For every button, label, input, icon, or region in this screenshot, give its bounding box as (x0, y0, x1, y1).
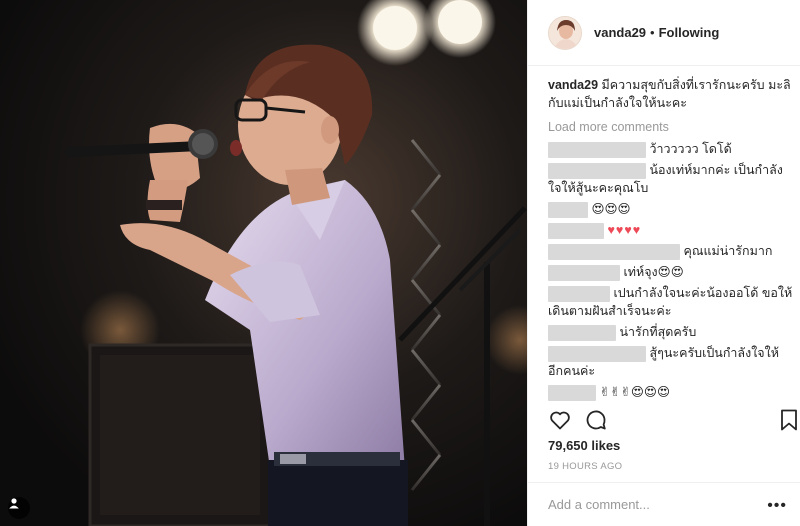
post-header: vanda29 • Following (528, 0, 800, 66)
avatar[interactable] (548, 15, 582, 50)
blurred-username (548, 222, 604, 239)
likes-count[interactable]: 79,650 likes (548, 438, 620, 453)
following-button[interactable]: Following (659, 25, 720, 40)
comment-text: ✌✌✌😍😍😍 (599, 385, 670, 399)
separator-dot: • (650, 25, 655, 40)
blurred-username (548, 162, 646, 179)
comments-list[interactable]: vanda29 มีความสุขกับสิ่งที่เรารักนะครับ … (548, 76, 794, 402)
more-options-icon[interactable]: ••• (767, 497, 787, 515)
post-author-username[interactable]: vanda29 (594, 25, 646, 40)
post-photo[interactable] (0, 0, 527, 526)
comment-item: น่ารักที่สุดครับ (548, 323, 794, 341)
comment-text: 😍😍😍 (591, 202, 631, 216)
bookmark-icon[interactable] (778, 408, 800, 437)
comment-item: เท่ห์จุง😍😍 (548, 263, 794, 281)
blurred-username (548, 141, 646, 158)
blurred-username (548, 201, 588, 218)
comment-item: น้องเท่ห์มากค่ะ เป็นกำลังใจให้สู้นะคะคุณ… (548, 161, 794, 197)
add-comment-bar: ••• (528, 482, 800, 526)
blurred-username (548, 243, 680, 260)
blurred-username (548, 345, 646, 362)
blurred-username (548, 384, 596, 401)
comment-text: น่ารักที่สุดครับ (619, 325, 697, 339)
heart-outline-icon[interactable] (548, 408, 572, 437)
blurred-username (548, 285, 610, 302)
blurred-username (548, 264, 620, 281)
post-caption: vanda29 มีความสุขกับสิ่งที่เรารักนะครับ … (548, 76, 794, 112)
comment-text: ว้าววววว โดโด้ (649, 142, 732, 156)
post-actions-bar (548, 404, 800, 438)
comment-item: สู้ๆนะครับเป็นกำลังใจให้อีกคนค่ะ (548, 344, 794, 380)
user-tag-icon[interactable] (8, 497, 30, 519)
add-comment-input[interactable] (548, 497, 758, 512)
caption-username[interactable]: vanda29 (548, 78, 598, 92)
post-details-panel: vanda29 • Following vanda29 มีความสุขกับ… (527, 0, 800, 526)
post-timestamp[interactable]: 19 HOURS AGO (548, 461, 622, 472)
speech-bubble-icon[interactable] (584, 408, 608, 437)
comment-item: ✌✌✌😍😍😍 (548, 383, 794, 401)
comment-item: เปนกำลังใจนะค่ะน้องออโด้ ขอให้เดินตามฝัน… (548, 284, 794, 320)
blurred-username (548, 324, 616, 341)
load-more-comments-link[interactable]: Load more comments (548, 118, 794, 136)
comment-item: คุณแม่น่ารักมาก (548, 242, 794, 260)
concert-photo-illustration (65, 0, 527, 526)
comment-item: 😍😍😍 (548, 200, 794, 218)
comment-text: คุณแม่น่ารักมาก (683, 244, 773, 258)
comment-item: ว้าววววว โดโด้ (548, 140, 794, 158)
comment-text: ♥♥♥♥ (607, 223, 642, 237)
comment-item: ♥♥♥♥ (548, 221, 794, 239)
comment-text: เท่ห์จุง😍😍 (623, 265, 684, 279)
